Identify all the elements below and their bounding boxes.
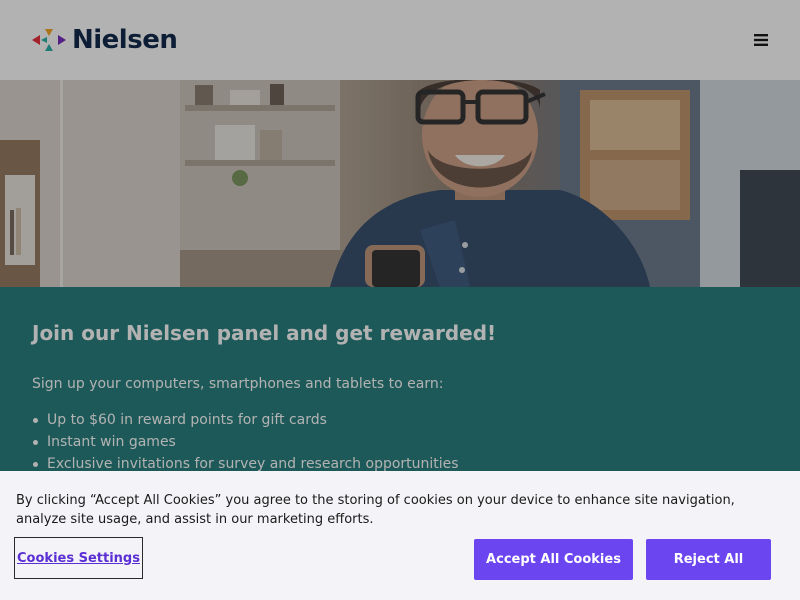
cookie-consent-text: By clicking “Accept All Cookies” you agr… <box>16 493 735 527</box>
accept-all-cookies-button[interactable]: Accept All Cookies <box>474 539 633 580</box>
cookies-settings-button[interactable]: Cookies Settings <box>14 537 143 579</box>
page: Nielsen Join our Nielsen panel and get r… <box>0 0 800 600</box>
reject-all-button[interactable]: Reject All <box>646 539 771 580</box>
cookie-banner: By clicking “Accept All Cookies” you agr… <box>0 471 800 600</box>
